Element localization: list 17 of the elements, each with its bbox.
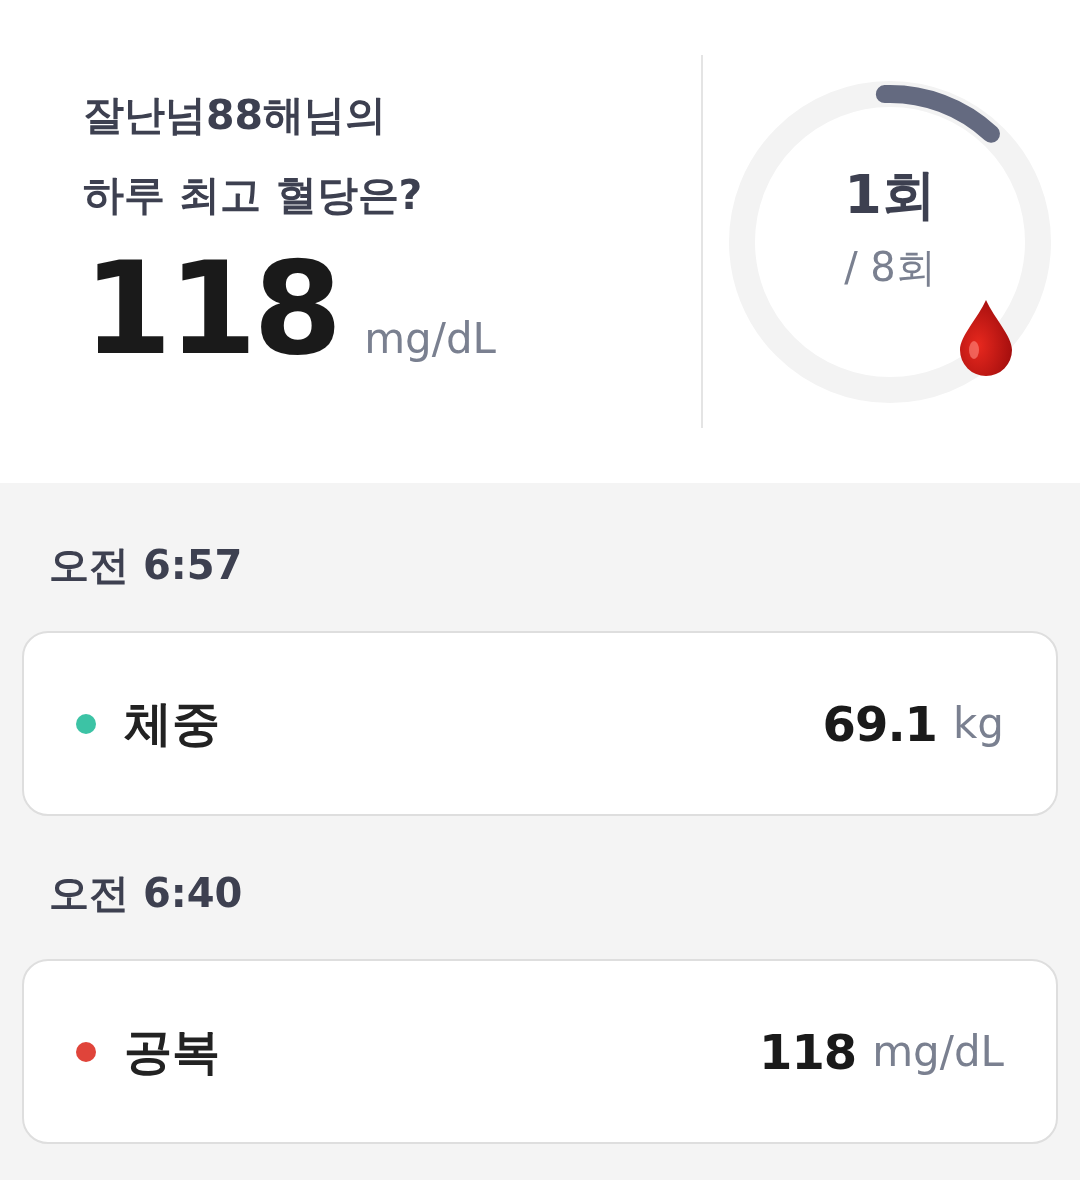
unit-label: kg <box>953 699 1004 748</box>
record-value: 118 <box>759 1023 857 1080</box>
unit-label: mg/dL <box>364 314 496 363</box>
record-label: 체중 <box>124 693 220 753</box>
blood-drop-icon <box>958 298 1014 376</box>
record-time: 오전 6:40 <box>48 869 243 918</box>
record-label: 공복 <box>124 1021 220 1081</box>
count-total: / 8회 <box>844 243 936 292</box>
count-value: 1회 <box>844 162 936 228</box>
glucose-value: 118 <box>83 245 339 373</box>
record-card[interactable]: 체중 69.1 kg <box>22 631 1058 816</box>
unit-label: mg/dL <box>872 1027 1004 1076</box>
title-text: 하루 최고 혈당은? <box>83 170 423 221</box>
record-value: 69.1 <box>822 695 937 752</box>
title-text: 잘난넘88해님의 <box>83 90 387 141</box>
record-time: 오전 6:57 <box>48 541 243 590</box>
record-card[interactable]: 공복 118 mg/dL <box>22 959 1058 1144</box>
